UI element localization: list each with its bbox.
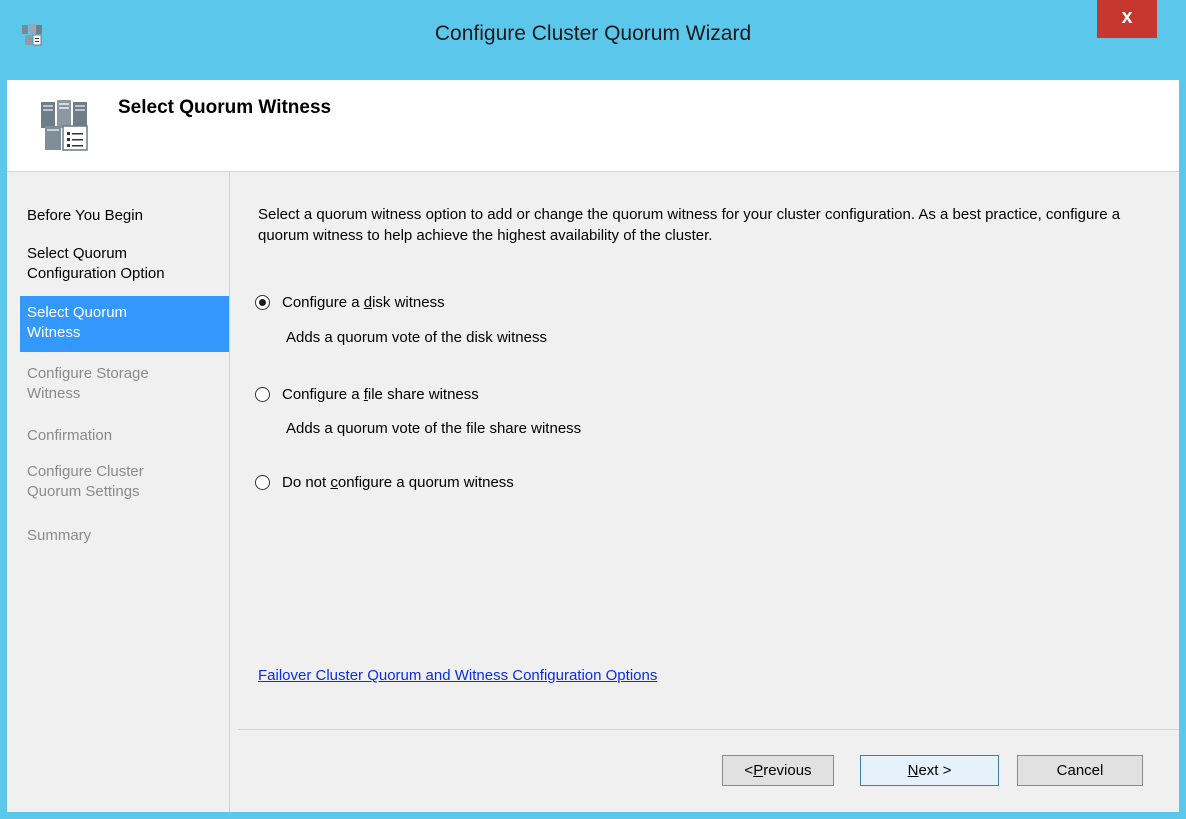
wizard-window: Configure Cluster Quorum Wizard x Select…	[0, 0, 1186, 819]
nav-step-confirmation: Confirmation	[27, 427, 113, 444]
nav-step-configure-cluster-quorum-settings: Configure Cluster Quorum Settings	[27, 463, 144, 500]
radio-button-checked[interactable]	[255, 295, 270, 310]
page-title: Select Quorum Witness	[118, 97, 332, 118]
nav-step-before-you-begin[interactable]: Before You Begin	[27, 206, 229, 226]
file-share-witness-option[interactable]: Configure a file share witness	[255, 386, 479, 403]
close-button[interactable]: x	[1097, 0, 1157, 38]
next-button[interactable]: Next >	[860, 755, 999, 786]
radio-button[interactable]	[255, 475, 270, 490]
nav-step-select-quorum-witness[interactable]: Select Quorum Witness	[20, 296, 229, 352]
disk-witness-option[interactable]: Configure a disk witness	[255, 294, 445, 311]
file-share-witness-description: Adds a quorum vote of the file share wit…	[286, 420, 582, 437]
cluster-server-icon	[41, 100, 88, 151]
radio-button[interactable]	[255, 387, 270, 402]
cancel-button[interactable]: Cancel	[1017, 755, 1143, 786]
nav-step-summary: Summary	[27, 527, 92, 544]
nav-step-label: Select Quorum Witness	[27, 304, 128, 341]
file-share-witness-label: Configure a file share witness	[282, 386, 479, 403]
help-link[interactable]: Failover Cluster Quorum and Witness Conf…	[258, 667, 657, 684]
title-bar[interactable]: Configure Cluster Quorum Wizard x	[0, 0, 1186, 80]
no-witness-label: Do not configure a quorum witness	[282, 474, 514, 491]
window-title: Configure Cluster Quorum Wizard	[434, 22, 752, 45]
wizard-steps-nav: Before You Begin Select Quorum Configura…	[7, 172, 230, 812]
nav-step-configure-storage-witness: Configure Storage Witness	[27, 365, 149, 402]
disk-witness-label: Configure a disk witness	[282, 294, 445, 311]
close-icon: x	[1121, 5, 1133, 28]
description-text: Select a quorum witness option to add or…	[258, 206, 1121, 244]
no-witness-option[interactable]: Do not configure a quorum witness	[255, 474, 514, 491]
nav-step-select-quorum-configuration-option[interactable]: Select Quorum Configuration Option	[27, 244, 207, 284]
previous-button[interactable]: < Previous	[722, 755, 834, 786]
wizard-header: Select Quorum Witness	[7, 80, 1179, 172]
radio-dot	[259, 299, 266, 306]
wizard-content: Select a quorum witness option to add or…	[238, 172, 1179, 729]
disk-witness-description: Adds a quorum vote of the disk witness	[286, 329, 547, 346]
wizard-footer: < Previous Next > Cancel	[238, 729, 1179, 813]
